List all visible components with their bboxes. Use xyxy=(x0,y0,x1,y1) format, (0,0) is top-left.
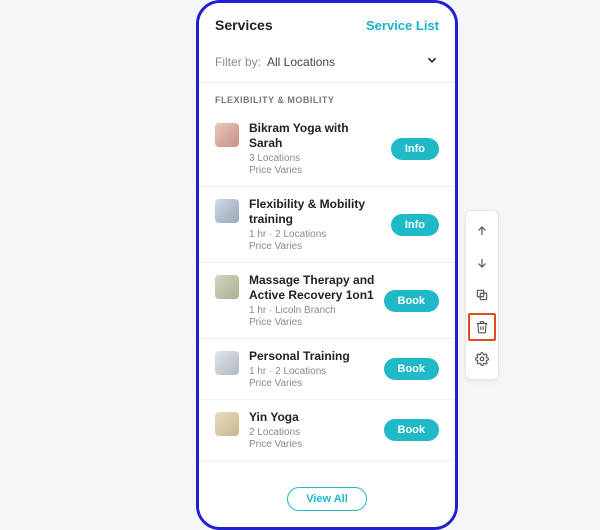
book-button[interactable]: Book xyxy=(384,290,440,312)
chevron-down-icon xyxy=(425,53,439,70)
service-item: Bikram Yoga with Sarah 3 Locations Price… xyxy=(199,111,455,187)
book-button[interactable]: Book xyxy=(384,358,440,380)
gear-icon xyxy=(475,352,489,366)
trash-icon xyxy=(475,320,489,334)
view-all-button[interactable]: View All xyxy=(287,487,367,511)
header: Services Service List xyxy=(199,3,455,43)
copy-icon xyxy=(475,288,489,302)
settings-button[interactable] xyxy=(466,343,498,375)
service-title: Bikram Yoga with Sarah xyxy=(249,121,385,151)
service-thumbnail xyxy=(215,275,239,299)
service-title: Yin Yoga xyxy=(249,410,378,425)
book-button[interactable]: Book xyxy=(384,419,440,441)
service-thumbnail xyxy=(215,351,239,375)
page-title: Services xyxy=(215,17,273,33)
service-item: Massage Therapy and Active Recovery 1on1… xyxy=(199,263,455,339)
service-title: Flexibility & Mobility training xyxy=(249,197,385,227)
filter-dropdown[interactable]: Filter by: All Locations xyxy=(199,43,455,83)
service-list-link[interactable]: Service List xyxy=(366,18,439,33)
services-list: Bikram Yoga with Sarah 3 Locations Price… xyxy=(199,111,455,477)
side-toolbar xyxy=(465,210,499,380)
service-thumbnail xyxy=(215,412,239,436)
delete-button[interactable] xyxy=(466,311,498,343)
service-item: Yin Yoga 2 Locations Price Varies Book xyxy=(199,400,455,461)
service-text: Personal Training 1 hr · 2 Locations Pri… xyxy=(249,349,378,389)
info-button[interactable]: Info xyxy=(391,214,439,236)
service-price: Price Varies xyxy=(249,241,385,252)
app-screen: Services Service List Filter by: All Loc… xyxy=(199,3,455,527)
service-title: Massage Therapy and Active Recovery 1on1 xyxy=(249,273,378,303)
duplicate-button[interactable] xyxy=(466,279,498,311)
service-price: Price Varies xyxy=(249,439,378,450)
service-item: Personal Training 1 hr · 2 Locations Pri… xyxy=(199,339,455,400)
phone-frame: Services Service List Filter by: All Loc… xyxy=(196,0,458,530)
service-text: Massage Therapy and Active Recovery 1on1… xyxy=(249,273,378,328)
service-text: Flexibility & Mobility training 1 hr · 2… xyxy=(249,197,385,252)
service-meta: 3 Locations xyxy=(249,153,385,164)
move-up-button[interactable] xyxy=(466,215,498,247)
move-down-button[interactable] xyxy=(466,247,498,279)
filter-label: Filter by: xyxy=(215,55,261,69)
arrow-up-icon xyxy=(475,224,489,238)
info-button[interactable]: Info xyxy=(391,138,439,160)
list-footer: View All xyxy=(199,477,455,527)
service-thumbnail xyxy=(215,123,239,147)
service-text: Yin Yoga 2 Locations Price Varies xyxy=(249,410,378,450)
service-price: Price Varies xyxy=(249,317,378,328)
service-meta: 1 hr · 2 Locations xyxy=(249,229,385,240)
service-text: Bikram Yoga with Sarah 3 Locations Price… xyxy=(249,121,385,176)
service-title: Personal Training xyxy=(249,349,378,364)
service-meta: 1 hr · 2 Locations xyxy=(249,366,378,377)
filter-value: All Locations xyxy=(267,55,335,69)
service-meta: 2 Locations xyxy=(249,427,378,438)
arrow-down-icon xyxy=(475,256,489,270)
service-price: Price Varies xyxy=(249,165,385,176)
service-thumbnail xyxy=(215,199,239,223)
section-title: FLEXIBILITY & MOBILITY xyxy=(199,83,455,111)
service-item: Flexibility & Mobility training 1 hr · 2… xyxy=(199,187,455,263)
service-price: Price Varies xyxy=(249,378,378,389)
service-meta: 1 hr · Licoln Branch xyxy=(249,305,378,316)
